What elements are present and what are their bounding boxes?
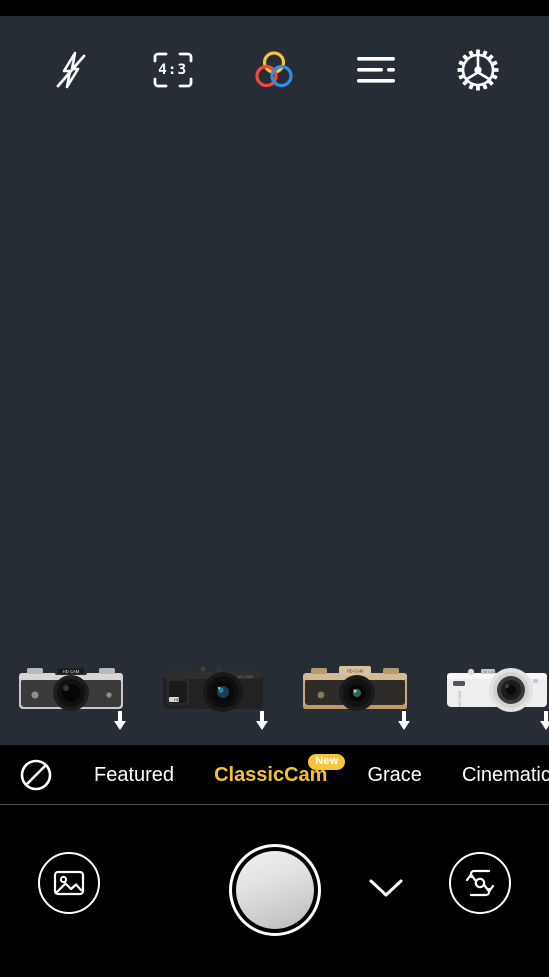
no-filter-icon — [19, 758, 53, 792]
gallery-image-icon — [52, 868, 86, 898]
camera-preset-item[interactable]: HD CAM HD CAM — [426, 655, 549, 745]
color-rings-icon — [251, 47, 297, 93]
status-bar — [0, 0, 549, 16]
expand-button[interactable] — [360, 868, 412, 908]
download-arrow-icon[interactable] — [112, 711, 128, 731]
camera-flip-icon — [462, 867, 498, 899]
camera-preset-item[interactable]: HD CAM — [284, 655, 426, 745]
svg-text:HD CAM: HD CAM — [237, 674, 253, 679]
camera-art-retro-gold: HD CAM — [295, 657, 415, 715]
bottom-control-bar — [0, 806, 549, 977]
camera-preset-item[interactable]: HD HD CAM — [142, 655, 284, 745]
camera-preset-item[interactable]: HD CAM — [0, 655, 142, 745]
color-filters-button[interactable] — [243, 39, 305, 101]
svg-text:HD CAM: HD CAM — [457, 691, 462, 707]
tab-label: Cinematic — [461, 763, 549, 786]
tab-label: Grace — [367, 763, 422, 786]
tab-cinematic[interactable]: Cinematic — [442, 746, 549, 804]
settings-button[interactable] — [447, 39, 509, 101]
top-toolbar: 4:3 — [0, 16, 549, 124]
filter-tab-bar: Featured ClassicCam New Grace Cinematic — [0, 745, 549, 805]
svg-text:HD CAM: HD CAM — [347, 668, 364, 673]
camera-art-mirrorless-white: HD CAM HD CAM — [437, 657, 549, 715]
aspect-ratio-button[interactable]: 4:3 — [142, 39, 204, 101]
new-badge: New — [308, 753, 346, 770]
gear-icon — [454, 46, 502, 94]
tab-featured[interactable]: Featured — [74, 746, 194, 804]
svg-text:HD: HD — [174, 698, 180, 702]
svg-text:HD CAM: HD CAM — [63, 669, 80, 674]
camera-art-compact-black: HD HD CAM — [153, 657, 273, 715]
download-arrow-icon[interactable] — [254, 711, 270, 731]
gallery-button[interactable] — [38, 852, 100, 914]
switch-camera-button[interactable] — [449, 852, 511, 914]
chevron-down-icon — [368, 877, 404, 899]
aspect-ratio-icon: 4:3 — [151, 50, 195, 90]
menu-button[interactable] — [345, 39, 407, 101]
camera-preset-strip[interactable]: HD CAM HD HD CAM HD CAM HD CAM HD CAM — [0, 655, 549, 745]
flash-off-button[interactable] — [40, 39, 102, 101]
download-arrow-icon[interactable] — [396, 711, 412, 731]
download-arrow-icon[interactable] — [538, 711, 549, 731]
tab-grace[interactable]: Grace — [347, 746, 441, 804]
viewfinder-preview[interactable] — [0, 16, 549, 745]
no-filter-button[interactable] — [16, 755, 56, 795]
shutter-inner — [235, 851, 314, 929]
camera-app-screen: 4:3 HD CAM HD HD CAM HD CAM HD CAM HD CA… — [0, 0, 549, 977]
flash-off-icon — [49, 48, 93, 92]
tab-label: Featured — [94, 763, 175, 786]
tab-classiccam[interactable]: ClassicCam New — [194, 746, 347, 804]
list-menu-icon — [354, 53, 398, 87]
camera-art-retro-silver: HD CAM — [11, 657, 131, 715]
shutter-button[interactable] — [228, 844, 321, 936]
svg-text:HD CAM: HD CAM — [482, 670, 496, 674]
